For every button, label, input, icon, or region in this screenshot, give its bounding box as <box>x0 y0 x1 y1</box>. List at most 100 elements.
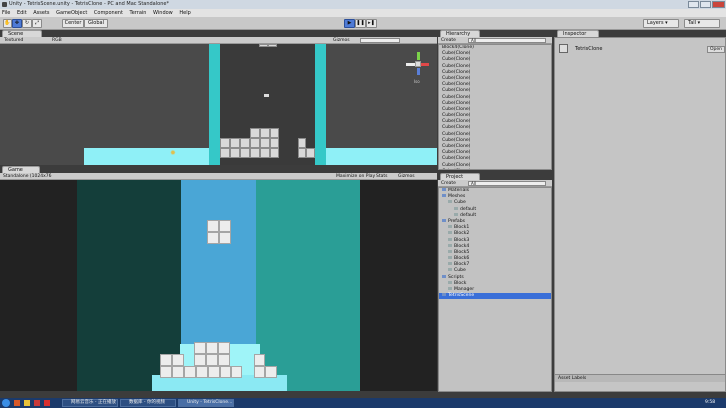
menu-assets[interactable]: Assets <box>33 10 49 16</box>
menu-help[interactable]: Help <box>179 10 190 16</box>
project-item-label: Meshes <box>448 194 466 200</box>
menu-terrain[interactable]: Terrain <box>130 10 147 16</box>
pivot-toggle[interactable]: Center <box>62 19 84 28</box>
asset-icon <box>454 206 458 210</box>
stacked-cube <box>218 354 230 366</box>
project-search-input[interactable]: All <box>468 181 546 186</box>
folder-icon[interactable] <box>24 400 30 406</box>
scene-wall-left <box>209 44 220 165</box>
open-button[interactable]: Open <box>707 46 726 53</box>
stacked-cube <box>160 354 172 366</box>
toolbar: ✋ ✥ ↻ ⤢ Center Global ▶ ❚❚ ▸❚ Layers ▾ T… <box>0 17 726 30</box>
falling-cube <box>207 232 219 244</box>
hierarchy-create-button[interactable]: Create <box>441 37 456 44</box>
scene-cube <box>250 138 260 148</box>
stacked-cube <box>184 366 196 378</box>
play-button[interactable]: ▶ <box>344 19 355 28</box>
window-title: Unity - TetrisScene.unity - TetrisClone … <box>9 1 169 7</box>
close-button[interactable] <box>712 1 725 8</box>
falling-cube <box>219 232 231 244</box>
render-mode-dropdown[interactable]: Textured <box>4 37 23 44</box>
folder-icon <box>442 293 446 297</box>
layers-dropdown[interactable]: Layers ▾ <box>643 19 679 28</box>
scene-viewport[interactable]: ✹ Iso <box>0 44 437 165</box>
stacked-cube <box>206 354 218 366</box>
move-tool-button[interactable]: ✥ <box>12 19 22 28</box>
hand-tool-button[interactable]: ✋ <box>3 19 12 28</box>
project-item-label: Block6 <box>454 256 470 262</box>
game-toolbar: Standalone (1024x76 Maximize on Play Sta… <box>0 173 437 180</box>
app-icon[interactable] <box>44 400 50 406</box>
layout-dropdown[interactable]: Tall ▾ <box>684 19 720 28</box>
hierarchy-item[interactable]: Cube(Clone) <box>439 169 551 170</box>
project-item[interactable]: TetrisScene <box>439 293 551 300</box>
browser-icon[interactable] <box>34 400 40 406</box>
menu-file[interactable]: File <box>2 10 10 16</box>
start-button[interactable] <box>2 399 10 407</box>
falling-cube <box>207 220 219 232</box>
rotate-tool-button[interactable]: ↻ <box>22 19 32 28</box>
game-viewport[interactable] <box>0 180 437 391</box>
stacked-cube <box>231 366 242 378</box>
project-item-label: Block3 <box>454 237 470 243</box>
app-icon[interactable] <box>14 400 20 406</box>
unity-logo-icon <box>2 2 7 7</box>
stacked-cube <box>265 366 277 378</box>
stacked-cube <box>160 366 172 378</box>
folder-icon <box>442 194 446 198</box>
asset-icon <box>448 280 452 284</box>
folder-icon <box>442 218 446 222</box>
tab-game[interactable]: Game <box>2 166 40 173</box>
scene-cube <box>240 148 250 158</box>
pause-button[interactable]: ❚❚ <box>355 19 366 28</box>
scene-cube <box>240 138 250 148</box>
falling-cube <box>219 220 231 232</box>
scene-gizmos-dropdown[interactable]: Gizmos <box>333 37 350 44</box>
tab-scene[interactable]: Scene <box>2 30 42 37</box>
stacked-cube <box>218 342 230 354</box>
hierarchy-list: Block4(Clone) Cube(Clone) Cube(Clone) Cube(… <box>438 44 552 170</box>
tab-project[interactable]: Project <box>440 173 480 180</box>
project-item-label: Manager <box>454 287 475 292</box>
tab-inspector[interactable]: Inspector <box>557 30 599 37</box>
scene-cube <box>298 148 306 158</box>
minimize-button[interactable] <box>688 1 699 8</box>
taskbar: 网易云音乐 - 正在播放 数据库 - 你的视频 Unity - TetrisCl… <box>0 398 726 408</box>
game-gizmos-toggle[interactable]: Gizmos <box>398 173 415 180</box>
scene-wall-right <box>315 44 326 165</box>
project-create-button[interactable]: Create <box>441 180 456 187</box>
task-button[interactable]: 数据库 - 你的视频 <box>120 399 176 407</box>
stacked-cube <box>172 354 184 366</box>
asset-icon <box>448 268 452 272</box>
step-button[interactable]: ▸❚ <box>366 19 377 28</box>
scene-cube <box>270 138 279 148</box>
project-item-label: Block2 <box>454 231 470 237</box>
menu-gameobject[interactable]: GameObject <box>56 10 87 16</box>
folder-icon <box>442 188 446 191</box>
task-button[interactable]: Unity - TetrisClone... <box>178 399 234 407</box>
menu-component[interactable]: Component <box>94 10 123 16</box>
maximize-button[interactable] <box>700 1 711 8</box>
scene-search-input[interactable] <box>360 38 400 43</box>
aspect-dropdown[interactable]: Standalone (1024x76 <box>3 173 52 180</box>
scene-cube <box>260 148 270 158</box>
project-item-label: default <box>460 206 477 212</box>
stacked-cube <box>172 366 184 378</box>
scene-floor-right <box>325 148 437 165</box>
menu-window[interactable]: Window <box>153 10 173 16</box>
scale-tool-button[interactable]: ⤢ <box>32 19 42 28</box>
space-toggle[interactable]: Global <box>84 19 108 28</box>
stats-toggle[interactable]: Stats <box>376 173 388 180</box>
project-item-label: TetrisScene <box>448 293 475 299</box>
menu-edit[interactable]: Edit <box>17 10 27 16</box>
orientation-gizmo-icon[interactable] <box>406 52 432 78</box>
task-button[interactable]: 网易云音乐 - 正在播放 <box>62 399 118 407</box>
project-item-label: Scripts <box>448 274 464 280</box>
color-mode-dropdown[interactable]: RGB <box>52 37 62 44</box>
hierarchy-search-input[interactable]: All <box>468 38 546 43</box>
tab-hierarchy[interactable]: Hierarchy <box>440 30 480 37</box>
scene-cube <box>260 138 270 148</box>
scene-cube <box>306 148 315 158</box>
maximize-on-play-toggle[interactable]: Maximize on Play <box>336 173 375 180</box>
asset-icon <box>448 225 452 229</box>
